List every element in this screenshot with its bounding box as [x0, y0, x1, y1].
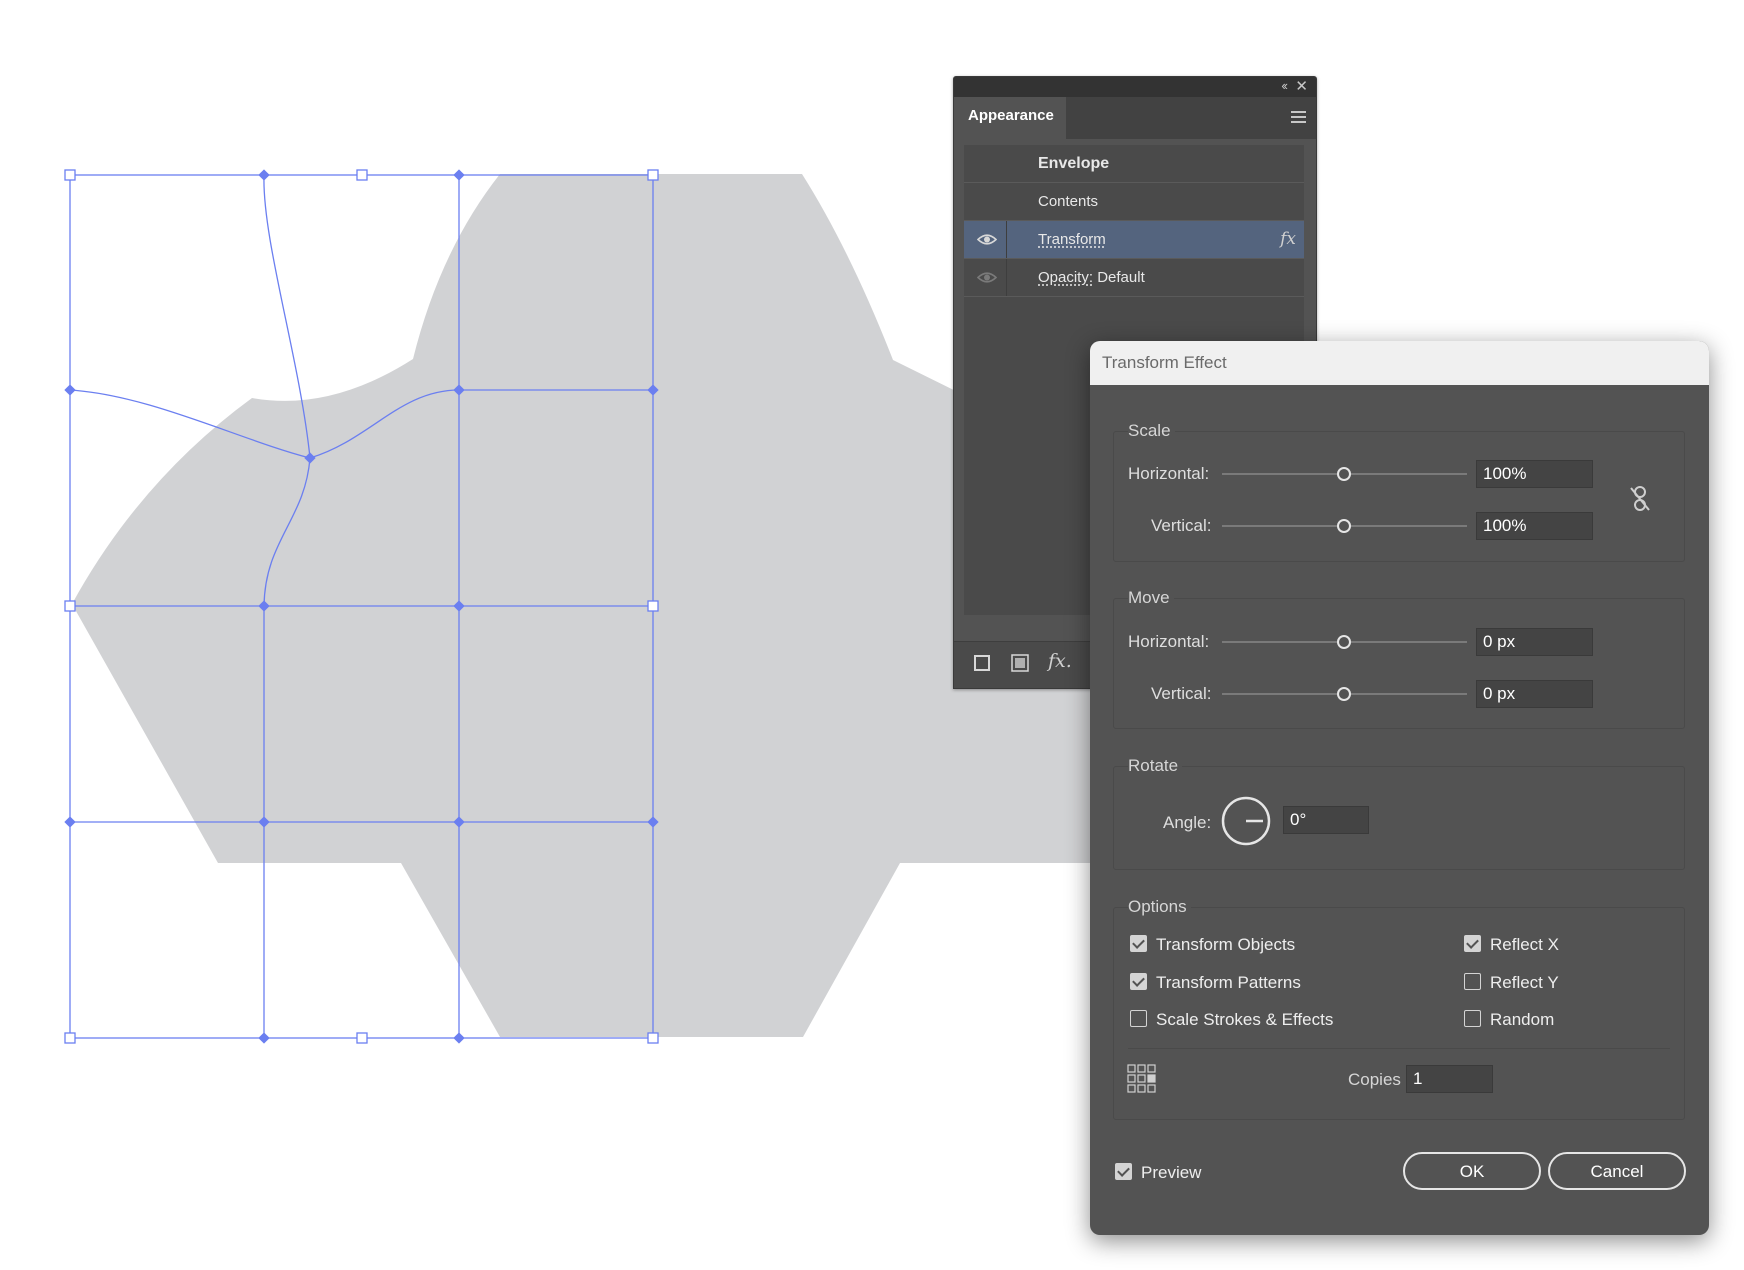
tab-appearance[interactable]: Appearance — [954, 97, 1066, 139]
eye-icon[interactable] — [970, 221, 1007, 258]
eye-icon[interactable] — [970, 259, 1007, 296]
move-group-label: Move — [1128, 588, 1174, 608]
reflect-y-label[interactable]: Reflect Y — [1490, 973, 1559, 993]
opacity-link[interactable]: Opacity: — [1038, 269, 1093, 286]
transform-effect-link[interactable]: Transform — [1038, 221, 1106, 258]
options-divider — [1128, 1048, 1670, 1049]
scale-horizontal-slider-thumb[interactable] — [1337, 467, 1351, 481]
scale-vertical-label: Vertical: — [1151, 516, 1212, 535]
move-vertical-input[interactable]: 0 px — [1476, 680, 1593, 708]
move-vertical-slider-thumb[interactable] — [1337, 687, 1351, 701]
row-label: Contents — [1038, 193, 1099, 210]
scale-strokes-label[interactable]: Scale Strokes & Effects — [1156, 1010, 1333, 1030]
scale-horizontal-input[interactable]: 100% — [1476, 460, 1593, 488]
transform-patterns-label[interactable]: Transform Patterns — [1156, 973, 1301, 993]
add-fill-icon[interactable] — [1011, 654, 1029, 677]
angle-dial-icon[interactable] — [1220, 795, 1272, 852]
reflect-x-label[interactable]: Reflect X — [1490, 935, 1559, 955]
reflect-y-checkbox[interactable] — [1464, 973, 1481, 990]
move-horizontal-label: Horizontal: — [1128, 632, 1210, 651]
random-label[interactable]: Random — [1490, 1010, 1554, 1030]
transform-objects-checkbox[interactable] — [1130, 935, 1147, 952]
appearance-row-envelope[interactable]: Envelope — [964, 145, 1304, 183]
reflect-x-checkbox[interactable] — [1464, 935, 1481, 952]
move-group — [1113, 598, 1685, 729]
link-icon[interactable] — [1628, 484, 1652, 519]
opacity-label-group: Opacity: Default — [1038, 259, 1145, 296]
scale-vertical-input[interactable]: 100% — [1476, 512, 1593, 540]
appearance-row-transform[interactable]: Transform fx — [964, 221, 1304, 259]
appearance-row-opacity[interactable]: Opacity: Default — [964, 259, 1304, 297]
row-label: Envelope — [1038, 155, 1110, 172]
fx-icon[interactable]: fx — [1280, 221, 1296, 258]
move-horizontal-slider-thumb[interactable] — [1337, 635, 1351, 649]
copies-label: Copies — [1348, 1070, 1401, 1089]
dialog-title[interactable]: Transform Effect — [1090, 341, 1709, 385]
close-panel-icon[interactable]: ✕ — [1295, 77, 1308, 95]
appearance-row-contents[interactable]: Contents — [964, 183, 1304, 221]
transform-patterns-checkbox[interactable] — [1130, 973, 1147, 990]
rotate-group-label: Rotate — [1128, 756, 1183, 776]
angle-input[interactable]: 0° — [1283, 806, 1369, 834]
preview-label[interactable]: Preview — [1141, 1163, 1201, 1183]
scale-group — [1113, 431, 1685, 562]
ok-button[interactable]: OK — [1403, 1152, 1541, 1190]
opacity-value: Default — [1097, 269, 1145, 286]
random-checkbox[interactable] — [1464, 1010, 1481, 1027]
reference-point-icon[interactable] — [1127, 1064, 1157, 1099]
copies-input[interactable]: 1 — [1406, 1065, 1493, 1093]
scale-group-label: Scale — [1128, 421, 1175, 441]
menu-icon[interactable] — [1291, 111, 1306, 123]
cancel-button[interactable]: Cancel — [1548, 1152, 1686, 1190]
move-vertical-label: Vertical: — [1151, 684, 1212, 703]
scale-horizontal-label: Horizontal: — [1128, 464, 1210, 483]
options-group-label: Options — [1128, 897, 1191, 917]
move-horizontal-input[interactable]: 0 px — [1476, 628, 1593, 656]
transform-effect-dialog: Transform Effect Scale Horizontal: 100% … — [1090, 341, 1709, 1235]
panel-tab-row: Appearance — [954, 97, 1316, 139]
transform-objects-label[interactable]: Transform Objects — [1156, 935, 1295, 955]
preview-checkbox[interactable] — [1115, 1163, 1132, 1180]
scale-vertical-slider-thumb[interactable] — [1337, 519, 1351, 533]
angle-label: Angle: — [1163, 813, 1212, 832]
add-stroke-icon[interactable] — [973, 654, 991, 677]
collapse-panel-icon[interactable]: ‹‹ — [1281, 78, 1288, 93]
panel-title-bar[interactable]: ‹‹ ✕ — [954, 77, 1316, 97]
scale-strokes-checkbox[interactable] — [1130, 1010, 1147, 1027]
add-effect-icon[interactable]: fx. — [1048, 650, 1072, 672]
